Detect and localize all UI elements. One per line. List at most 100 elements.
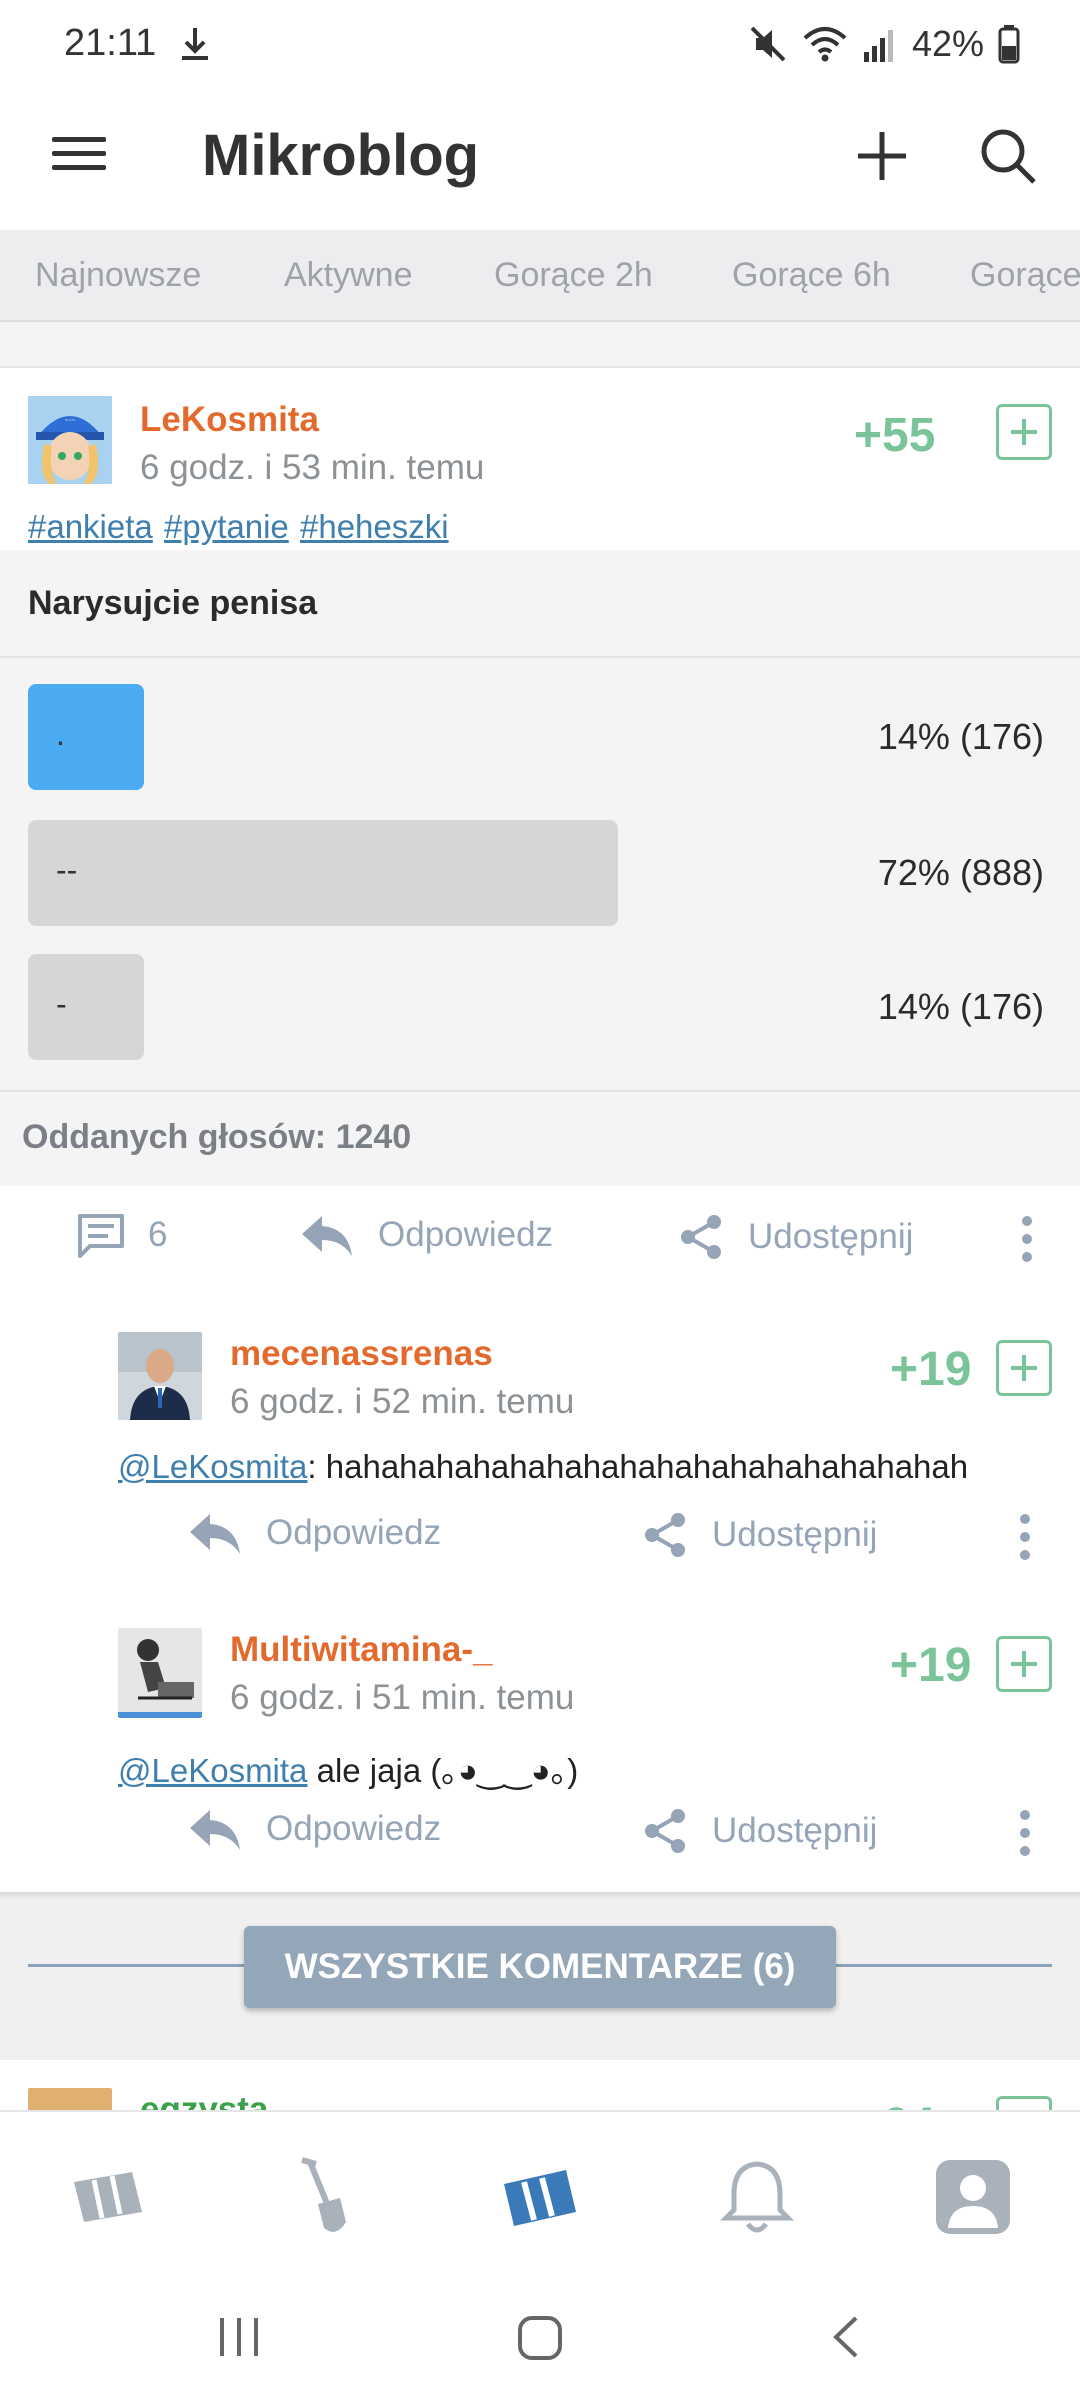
system-navigation [0, 2282, 1080, 2400]
avatar[interactable] [118, 1628, 202, 1718]
status-bar: 21:11 42% [0, 0, 1080, 90]
comment-actions: Odpowiedz Udostępnij [0, 1486, 1080, 1596]
more-options-icon[interactable] [1010, 1804, 1040, 1864]
avatar[interactable] [118, 1332, 202, 1420]
share-icon [645, 1513, 685, 1557]
reply-button[interactable]: Odpowiedz [188, 1806, 441, 1852]
tab-gorace-2h[interactable]: Gorące 2h [494, 256, 653, 295]
poll-option-result: 14% (176) [877, 716, 1044, 757]
comment-score: +19 [890, 1639, 972, 1692]
share-button[interactable]: Udostępnij [640, 1510, 877, 1560]
poll-option-bar[interactable]: . [28, 684, 144, 790]
wykop-home-icon[interactable] [62, 2152, 152, 2242]
share-icon [681, 1215, 721, 1259]
divider [0, 1090, 1080, 1092]
profile-icon[interactable] [928, 2152, 1018, 2242]
poll-total-votes: Oddanych głosów: 1240 [22, 1118, 412, 1156]
post-score: +55 [854, 409, 936, 462]
tag-pytanie[interactable]: #pytanie [164, 508, 289, 546]
menu-icon[interactable] [48, 128, 112, 192]
comment-score: +19 [890, 1343, 972, 1396]
signal-icon [863, 30, 893, 62]
more-options-icon[interactable] [1010, 1508, 1040, 1568]
tag-heheszki[interactable]: #heheszki [300, 508, 449, 546]
reply-button[interactable]: Odpowiedz [300, 1212, 553, 1258]
poll: Narysujcie penisa . 14% (176) -- 72% (88… [0, 550, 1080, 1186]
comments-button[interactable]: 6 [76, 1212, 167, 1258]
post-author[interactable]: LeKosmita [140, 400, 319, 440]
tab-najnowsze[interactable]: Najnowsze [35, 256, 201, 295]
poll-option-bar[interactable]: -- [28, 820, 618, 926]
app-bar: Mikroblog [0, 90, 1080, 230]
shovel-icon[interactable] [278, 2152, 368, 2242]
bell-icon[interactable] [712, 2152, 802, 2242]
share-button[interactable]: Udostępnij [676, 1212, 913, 1262]
mute-icon [750, 26, 786, 62]
tab-aktywne[interactable]: Aktywne [284, 256, 413, 295]
all-comments-button[interactable]: WSZYSTKIE KOMENTARZE (6) [244, 1926, 836, 2008]
comment-actions: Odpowiedz Udostępnij [0, 1782, 1080, 1892]
battery-icon [998, 25, 1020, 64]
comment-text: : hahahahahahahahahahahahahahahahahah [307, 1448, 969, 1485]
post-actions: 6 Odpowiedz Udostępnij [0, 1186, 1080, 1296]
page-title: Mikroblog [202, 123, 480, 188]
reply-icon [190, 1810, 240, 1850]
divider [836, 1964, 1052, 1967]
comment-author[interactable]: Multiwitamina-_ [230, 1630, 493, 1670]
all-comments-section: WSZYSTKIE KOMENTARZE (6) [0, 1900, 1080, 2060]
divider [0, 1892, 1080, 1900]
reply-icon [190, 1514, 240, 1554]
status-right: 42% [748, 20, 1020, 68]
tab-bar: Najnowsze Aktywne Gorące 2h Gorące 6h Go… [0, 230, 1080, 322]
comment-body: @LeKosmita: hahahahahahahahahahahahahaha… [118, 1448, 968, 1486]
comment-author[interactable]: mecenassrenas [230, 1334, 493, 1374]
poll-question: Narysujcie penisa [28, 584, 318, 622]
poll-option-result: 14% (176) [877, 986, 1044, 1027]
share-label: Udostępnij [748, 1217, 914, 1256]
share-button[interactable]: Udostępnij [640, 1806, 877, 1856]
share-label: Udostępnij [712, 1515, 878, 1554]
status-time: 21:11 [64, 22, 157, 64]
search-icon[interactable] [972, 120, 1044, 192]
upvote-button[interactable] [996, 1636, 1052, 1692]
upvote-button[interactable] [996, 404, 1052, 460]
battery-percent: 42% [911, 23, 984, 64]
poll-option-label: -- [56, 852, 78, 888]
reply-label: Odpowiedz [378, 1215, 554, 1254]
mention-link[interactable]: @LeKosmita [118, 1448, 307, 1485]
svg-text:~~~: ~~~ [65, 418, 76, 424]
divider [0, 322, 1080, 368]
poll-option-label: - [56, 986, 67, 1022]
avatar[interactable]: ~~~ [28, 396, 112, 484]
upvote-button[interactable] [996, 1340, 1052, 1396]
tab-gorace[interactable]: Gorące [970, 256, 1080, 295]
divider [0, 656, 1080, 658]
recent-apps-icon[interactable] [214, 2312, 264, 2362]
reply-icon [302, 1216, 352, 1256]
mikroblog-icon[interactable] [494, 2152, 584, 2242]
post-card: ~~~ LeKosmita 6 godz. i 53 min. temu +55… [0, 368, 1080, 1892]
back-icon[interactable] [822, 2312, 872, 2362]
tab-gorace-6h[interactable]: Gorące 6h [732, 256, 891, 295]
comment-time: 6 godz. i 52 min. temu [230, 1382, 575, 1421]
poll-option-label: . [56, 716, 65, 752]
home-icon[interactable] [514, 2312, 566, 2364]
comment-time: 6 godz. i 51 min. temu [230, 1678, 575, 1717]
tag-ankieta[interactable]: #ankieta [28, 508, 153, 546]
add-post-button[interactable] [846, 120, 918, 192]
bottom-navigation [0, 2110, 1080, 2282]
share-label: Udostępnij [712, 1811, 878, 1850]
download-icon [182, 28, 208, 60]
post-time: 6 godz. i 53 min. temu [140, 448, 485, 487]
reply-label: Odpowiedz [266, 1513, 442, 1552]
comments-count: 6 [148, 1215, 168, 1254]
divider [28, 1964, 244, 1967]
comment-icon [78, 1214, 124, 1258]
reply-label: Odpowiedz [266, 1809, 442, 1848]
reply-button[interactable]: Odpowiedz [188, 1510, 441, 1556]
more-options-icon[interactable] [1012, 1210, 1042, 1270]
wifi-icon [803, 27, 847, 62]
poll-option-result: 72% (888) [877, 852, 1044, 893]
poll-option-bar[interactable]: - [28, 954, 144, 1060]
share-icon [645, 1809, 685, 1853]
